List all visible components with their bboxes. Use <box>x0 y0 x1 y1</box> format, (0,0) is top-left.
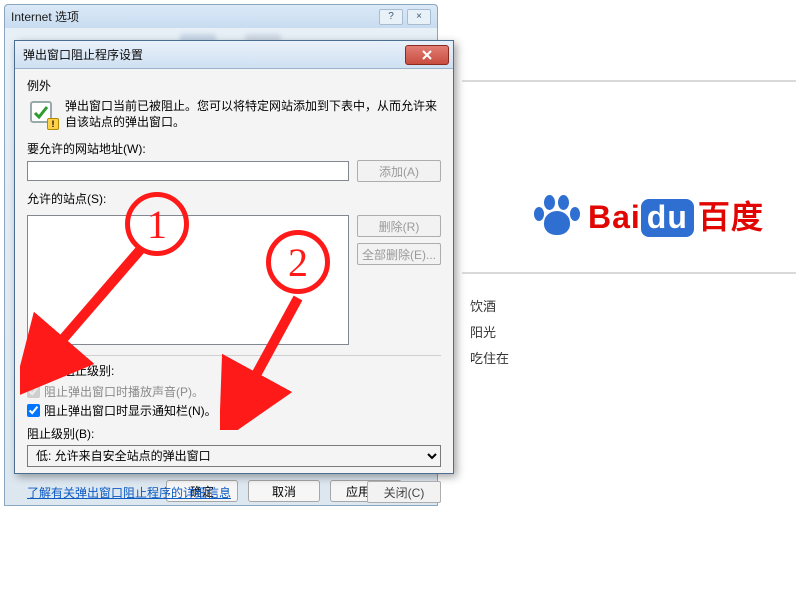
popup-body: 例外 ! 弹出窗口当前已被阻止。您可以将特定网站添加到下表中，从而允许来自该站点… <box>15 69 453 511</box>
hint-line: 阳光 <box>470 320 796 346</box>
annotation-circle-1: 1 <box>125 192 189 256</box>
show-notification-bar-checkbox[interactable] <box>27 404 40 417</box>
parent-dialog-controls: ? × <box>379 9 431 25</box>
baidu-cn: 百度 <box>698 199 764 235</box>
parent-dialog-title: Internet 选项 <box>11 8 379 25</box>
baidu-area: Baidu百度 饮酒 阳光 吃住在 <box>462 72 796 372</box>
allowed-sites-label: 允许的站点(S): <box>27 190 441 207</box>
hint-line: 吃住在 <box>470 346 796 372</box>
popup-titlebar: 弹出窗口阻止程序设置 <box>15 41 453 69</box>
notifications-group-label: 通知和阻止级别: <box>27 362 441 379</box>
hint-line: 饮酒 <box>470 294 796 320</box>
info-text: 弹出窗口当前已被阻止。您可以将特定网站添加到下表中，从而允许来自该站点的弹出窗口… <box>65 98 441 130</box>
play-sound-checkbox[interactable] <box>27 385 40 398</box>
blocking-level-select[interactable]: 低: 允许来自安全站点的弹出窗口 <box>27 445 441 467</box>
show-bar-label: 阻止弹出窗口时显示通知栏(N)。 <box>44 402 217 419</box>
divider <box>462 272 796 274</box>
baidu-bai: Bai <box>588 199 641 235</box>
parent-dialog-titlebar: Internet 选项 ? × <box>4 4 438 28</box>
close-button[interactable] <box>405 45 449 65</box>
play-sound-label: 阻止弹出窗口时播放声音(P)。 <box>44 383 204 400</box>
divider <box>462 80 796 82</box>
remove-all-button[interactable]: 全部删除(E)... <box>357 243 441 265</box>
info-row: ! 弹出窗口当前已被阻止。您可以将特定网站添加到下表中，从而允许来自该站点的弹出… <box>27 98 441 130</box>
play-sound-row[interactable]: 阻止弹出窗口时播放声音(P)。 <box>27 383 441 400</box>
baidu-paw-icon <box>534 193 582 237</box>
address-label: 要允许的网站地址(W): <box>27 140 441 157</box>
separator <box>27 355 441 356</box>
add-button[interactable]: 添加(A) <box>357 160 441 182</box>
close-icon <box>422 50 432 60</box>
hint-lines: 饮酒 阳光 吃住在 <box>470 294 796 372</box>
baidu-wordmark: Baidu百度 <box>588 192 764 238</box>
remove-button[interactable]: 删除(R) <box>357 215 441 237</box>
exceptions-label: 例外 <box>27 77 441 94</box>
address-input[interactable] <box>27 161 349 181</box>
close-dialog-button[interactable]: 关闭(C) <box>367 481 441 503</box>
popup-title: 弹出窗口阻止程序设置 <box>23 46 405 63</box>
annotation-circle-2: 2 <box>266 230 330 294</box>
baidu-du: du <box>641 199 694 237</box>
learn-more-link[interactable]: 了解有关弹出窗口阻止程序的详细信息 <box>27 484 367 501</box>
close-button-outer[interactable]: × <box>407 9 431 25</box>
show-bar-row[interactable]: 阻止弹出窗口时显示通知栏(N)。 <box>27 402 441 419</box>
help-button[interactable]: ? <box>379 9 403 25</box>
blocking-level-label: 阻止级别(B): <box>27 425 441 442</box>
popup-blocker-dialog: 弹出窗口阻止程序设置 例外 ! 弹出窗口当前已被阻止。您可以将特定网站添加到下表… <box>14 40 454 474</box>
baidu-logo: Baidu百度 <box>534 192 796 238</box>
popup-blocker-icon: ! <box>27 98 57 128</box>
